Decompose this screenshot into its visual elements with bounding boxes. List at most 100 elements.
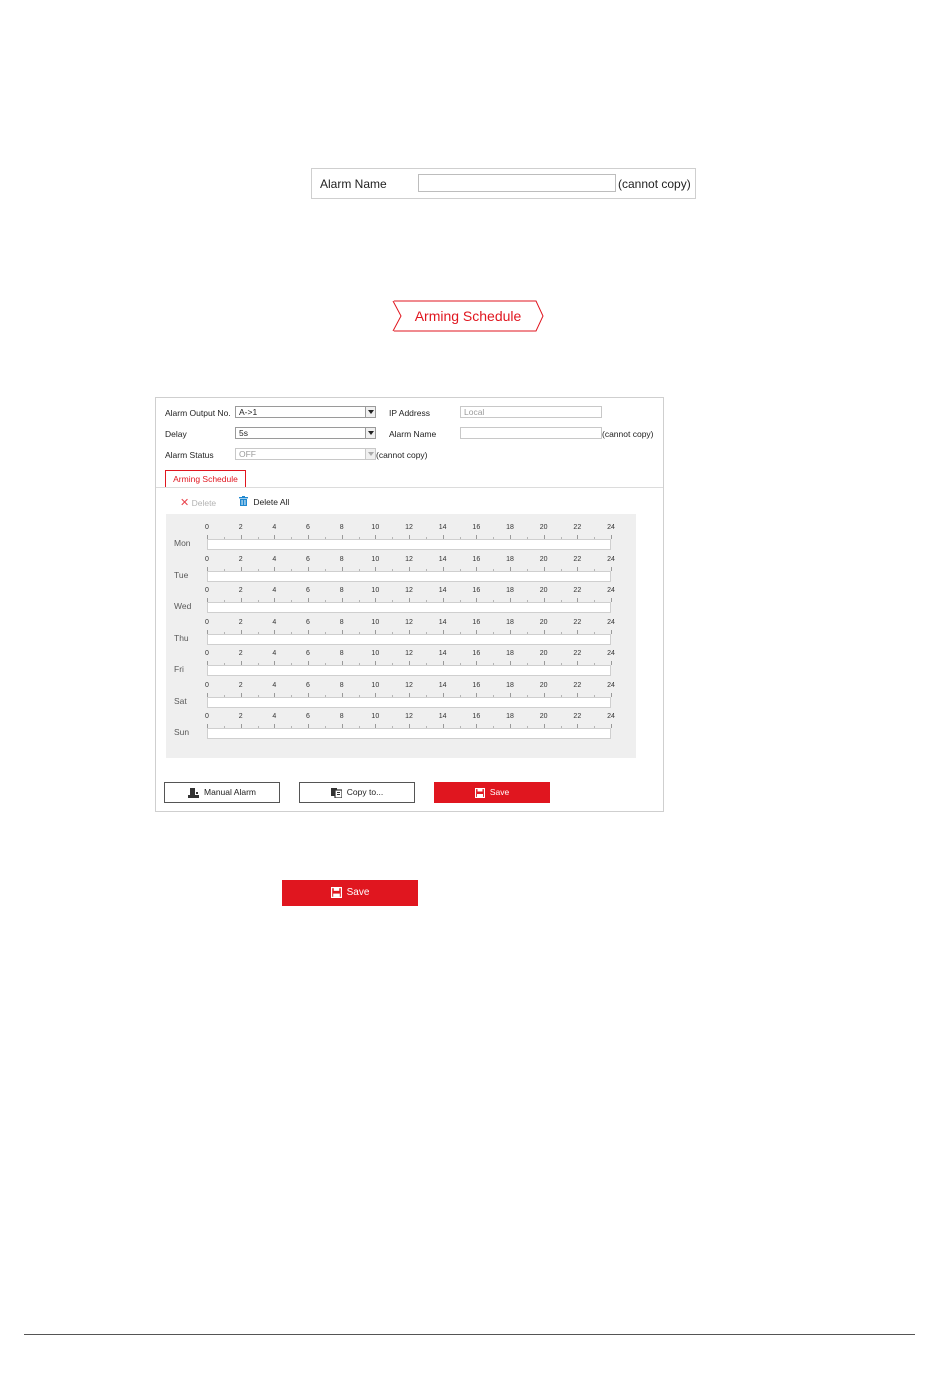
- hour-tick-label: 4: [272, 713, 277, 720]
- schedule-bar-tue[interactable]: [207, 570, 611, 582]
- alarm-status-select[interactable]: OFF: [235, 448, 376, 460]
- hour-tick-label: 14: [438, 713, 447, 720]
- delay-select[interactable]: 5s: [235, 427, 376, 439]
- hour-tick-label: 10: [371, 587, 380, 594]
- hour-tick-label: 18: [506, 713, 514, 720]
- hour-tick-label: 2: [238, 587, 243, 594]
- hour-tick-label: 6: [306, 650, 310, 657]
- hour-tick-label: 14: [438, 650, 447, 657]
- hour-tick-label: 16: [472, 713, 481, 720]
- hour-tick-label: 24: [607, 650, 615, 657]
- alarm-icon: [188, 787, 200, 798]
- delay-value: 5s: [239, 428, 248, 438]
- tab-arming-schedule[interactable]: Arming Schedule: [165, 470, 246, 487]
- arming-schedule-button[interactable]: Arming Schedule: [392, 300, 544, 332]
- schedule-bar-fri[interactable]: [207, 665, 611, 676]
- page-footer-rule: [24, 1334, 915, 1335]
- hour-tick-label: 22: [573, 681, 582, 689]
- alarm-output-panel: Alarm Output No. A->1 IP Address Local D…: [155, 397, 664, 812]
- hour-tick-label: 8: [339, 713, 344, 720]
- schedule-bar-sat[interactable]: [207, 696, 611, 708]
- schedule-bar-wed[interactable]: [207, 602, 611, 613]
- hour-tick-label: 16: [472, 681, 481, 689]
- hour-tick-label: 2: [238, 713, 243, 720]
- hour-tick-label: 16: [472, 555, 481, 563]
- hour-tick-label: 20: [539, 681, 548, 689]
- hour-tick-label: 6: [306, 587, 310, 594]
- copy-to-label: Copy to...: [346, 787, 384, 797]
- hour-tick-label: 20: [539, 618, 548, 626]
- ip-address-field[interactable]: Local: [460, 406, 602, 418]
- schedule-bar-mon[interactable]: [207, 539, 611, 550]
- hour-tick-label: 4: [272, 587, 277, 594]
- save-label: Save: [489, 787, 510, 797]
- hour-tick-mark: [611, 661, 612, 665]
- schedule-bar-sun[interactable]: [207, 728, 611, 739]
- hour-tick-label: 12: [405, 650, 413, 657]
- hour-tick-label: 22: [573, 555, 582, 563]
- day-label-tue: Tue: [174, 569, 189, 580]
- hour-tick-label: 8: [339, 587, 344, 594]
- hour-tick-label: 6: [306, 555, 310, 563]
- alarm-output-value: A->1: [239, 407, 258, 417]
- day-label-fri: Fri: [174, 664, 184, 674]
- hour-tick-label: 16: [472, 650, 481, 657]
- hour-tick-label: 18: [506, 681, 514, 689]
- manual-alarm-label: Manual Alarm: [204, 787, 256, 797]
- alarm-status-note: (cannot copy): [376, 450, 428, 460]
- hour-tick-label: 20: [539, 524, 548, 531]
- standalone-save-label: Save: [346, 887, 370, 898]
- hour-tick-label: 18: [506, 555, 514, 563]
- delete-all-button[interactable]: Delete All: [239, 496, 289, 507]
- hour-tick-label: 22: [573, 524, 582, 531]
- save-icon: [330, 886, 342, 898]
- hour-tick-label: 16: [472, 618, 481, 626]
- hour-tick-label: 24: [607, 524, 615, 531]
- hour-tick-label: 22: [573, 618, 582, 626]
- hour-tick-label: 4: [272, 524, 277, 531]
- hour-tick-label: 6: [306, 681, 310, 689]
- schedule-bar-thu[interactable]: [207, 633, 611, 645]
- alarm-name-input[interactable]: [418, 174, 616, 192]
- cannot-copy-note: (cannot copy): [618, 177, 691, 191]
- hour-tick-label: 12: [405, 587, 413, 594]
- save-button[interactable]: Save: [434, 782, 550, 803]
- hour-tick-label: 20: [539, 713, 548, 720]
- hour-tick-label: 4: [272, 650, 277, 657]
- delay-label: Delay: [165, 429, 187, 439]
- hour-tick-label: 0: [205, 650, 209, 657]
- save-icon: [474, 787, 485, 798]
- alarm-name-snippet: Alarm Name (cannot copy): [311, 168, 696, 199]
- hour-tick-label: 8: [339, 555, 344, 563]
- day-label-sun: Sun: [174, 727, 190, 737]
- alarm-name-note: (cannot copy): [602, 429, 654, 439]
- standalone-save-button[interactable]: Save: [282, 880, 418, 906]
- hour-tick-label: 10: [371, 524, 380, 531]
- hour-tick-label: 10: [371, 650, 380, 657]
- hour-tick-label: 16: [472, 524, 481, 531]
- day-label-thu: Thu: [174, 632, 189, 643]
- copy-to-button[interactable]: Copy to...: [299, 782, 415, 803]
- hour-tick-label: 14: [438, 618, 447, 626]
- hour-tick-label: 20: [539, 587, 548, 594]
- hour-tick-label: 8: [339, 650, 344, 657]
- close-icon: ✕: [180, 497, 190, 509]
- hour-tick-label: 10: [371, 618, 380, 626]
- hour-tick-mark: [611, 724, 612, 728]
- hour-tick-label: 8: [339, 681, 344, 689]
- hour-tick-label: 0: [205, 618, 209, 626]
- delete-button[interactable]: ✕ Delete: [180, 496, 216, 509]
- delete-all-label: Delete All: [253, 497, 290, 507]
- schedule-grid: 0 2 4 6 8 10 12 14 16 18 20 22 24 Mon 0 2 4 6 8 10 12 14 16 18 2…: [166, 514, 636, 758]
- alarm-name-input[interactable]: [460, 427, 602, 439]
- alarm-output-label: Alarm Output No.: [165, 408, 231, 418]
- hour-tick-label: 10: [371, 681, 380, 689]
- arming-schedule-label: Arming Schedule: [414, 308, 522, 324]
- hour-tick-label: 12: [405, 555, 413, 563]
- hour-tick-label: 20: [539, 555, 548, 563]
- hour-tick-label: 24: [607, 555, 615, 563]
- manual-alarm-button[interactable]: Manual Alarm: [164, 782, 280, 803]
- hour-tick-mark: [611, 692, 612, 697]
- alarm-output-select[interactable]: A->1: [235, 406, 376, 418]
- hour-tick-label: 12: [405, 618, 413, 626]
